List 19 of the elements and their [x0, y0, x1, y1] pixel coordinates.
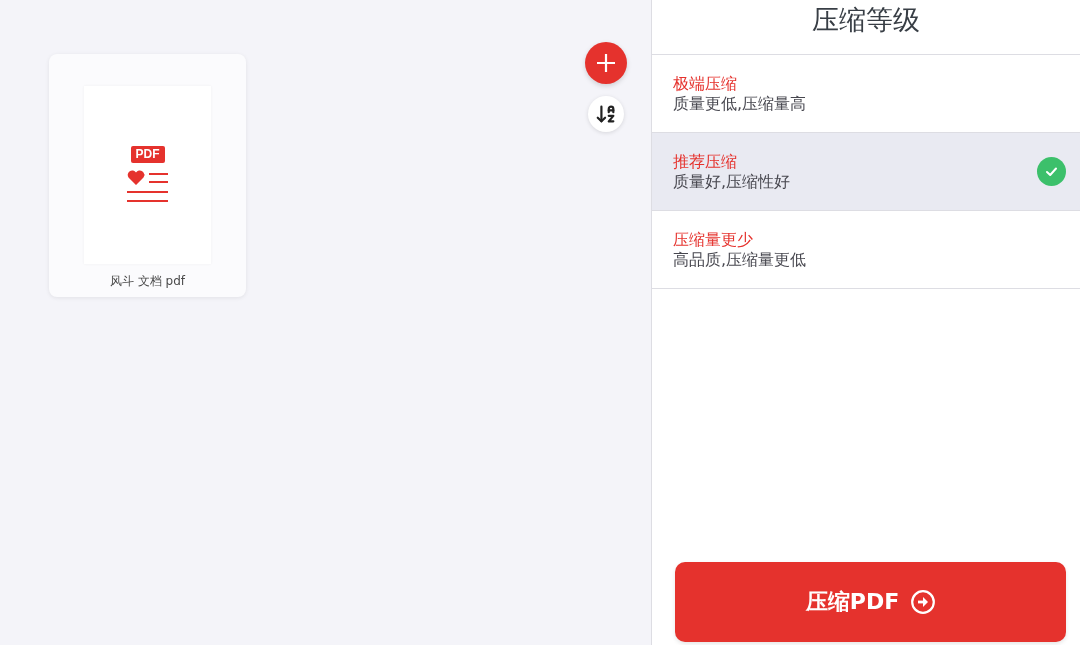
file-type-label: PDF: [130, 146, 165, 163]
check-circle-icon: [1037, 157, 1066, 186]
option-description: 高品质,压缩量更低: [673, 249, 807, 270]
file-card[interactable]: PDF 风斗 文档 pdf: [49, 54, 246, 297]
arrow-circle-icon: [911, 590, 936, 614]
sort-button[interactable]: [588, 96, 624, 132]
heart-lines-icon: [127, 169, 168, 204]
compress-button[interactable]: 压缩PDF: [675, 562, 1066, 642]
option-title: 极端压缩: [673, 73, 738, 94]
option-title: 推荐压缩: [673, 151, 738, 172]
sort-icon: [595, 103, 617, 125]
option-description: 质量好,压缩性好: [673, 171, 791, 192]
compression-option[interactable]: 推荐压缩 质量好,压缩性好: [652, 133, 1080, 211]
file-name: 风斗 文档 pdf: [109, 273, 186, 290]
option-title: 压缩量更少: [673, 229, 754, 250]
option-description: 质量更低,压缩量高: [673, 93, 807, 114]
add-file-button[interactable]: [585, 42, 627, 84]
plus-icon: [596, 53, 616, 73]
panel-title: 压缩等级: [812, 3, 920, 37]
